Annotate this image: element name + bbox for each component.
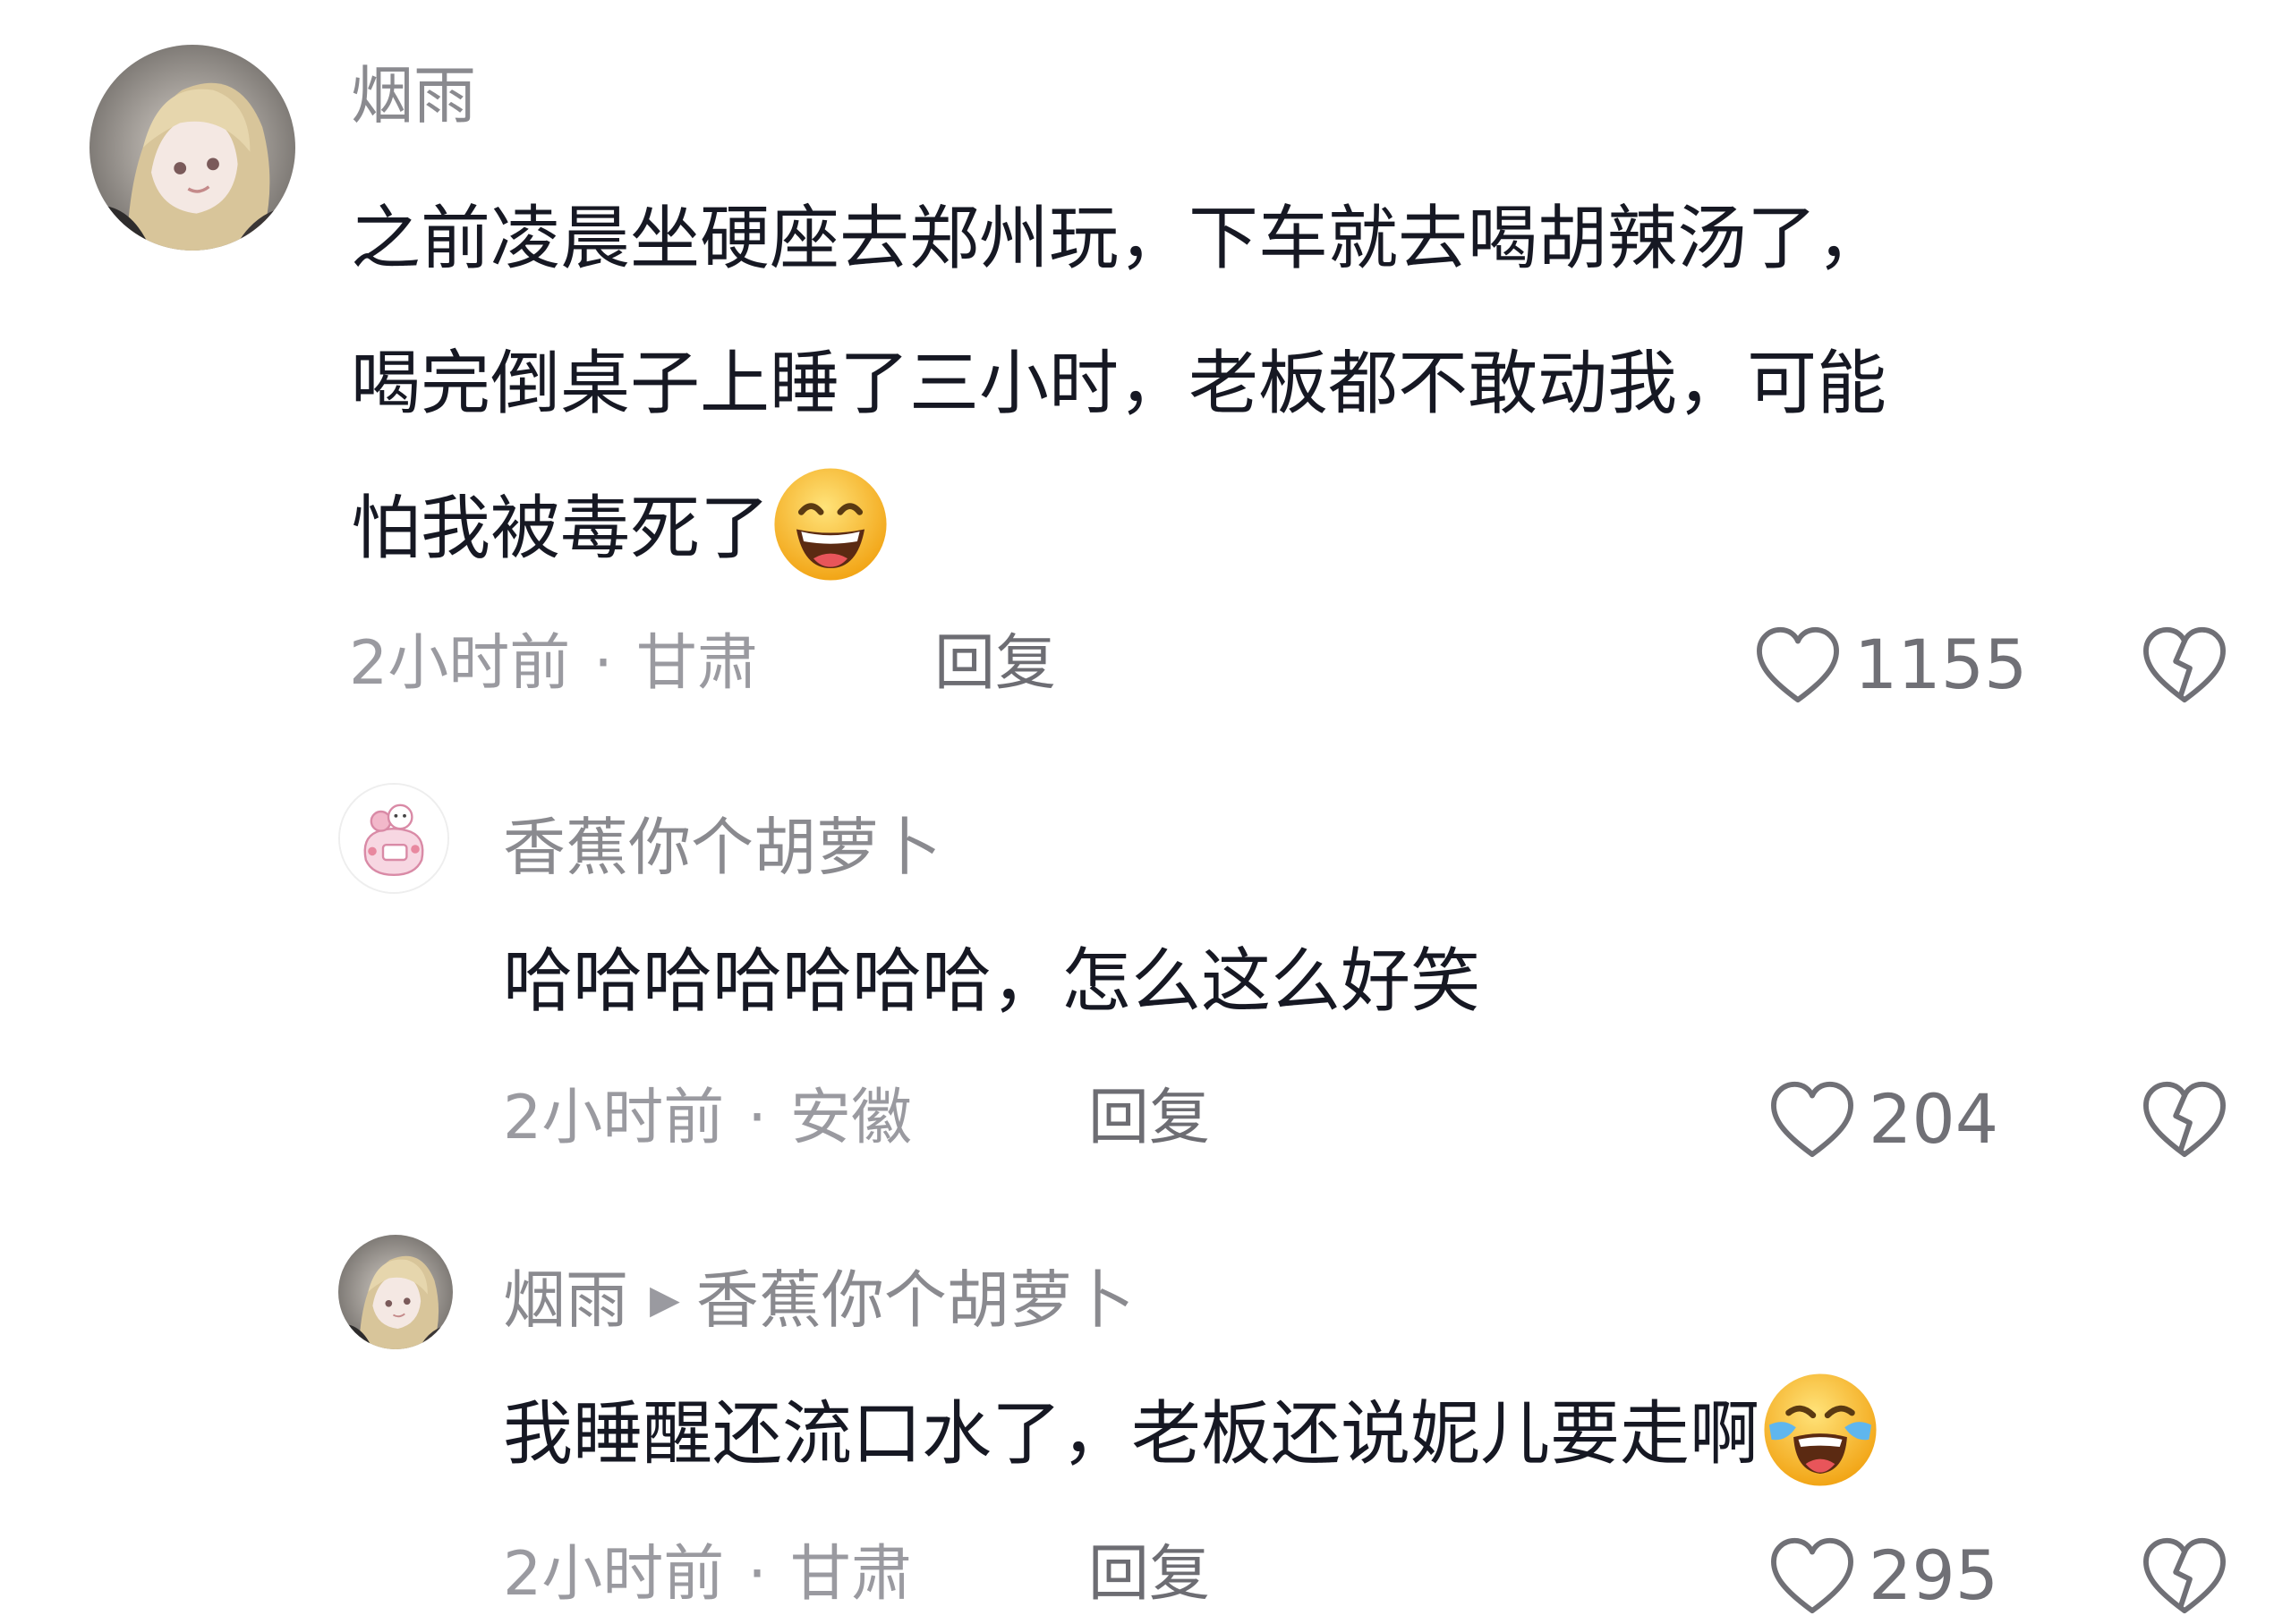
comment-location: 甘肃 <box>635 628 758 699</box>
dislike-button[interactable] <box>2141 625 2228 705</box>
comment-text-segment: 怕我被毒死了 <box>351 489 771 569</box>
comment-time: 2小时前 <box>503 1539 725 1610</box>
like-count: 204 <box>1869 1079 1999 1159</box>
like-count: 295 <box>1869 1535 1999 1615</box>
comment-username[interactable]: 香蕉你个胡萝卜 <box>503 816 941 879</box>
reply-header: 烟雨 ▶ 香蕉你个胡萝卜 <box>503 1269 1135 1331</box>
dislike-button[interactable] <box>2141 1535 2228 1616</box>
meta-separator: · <box>747 1083 767 1153</box>
comment-text: 哈哈哈哈哈哈哈，怎么这么好笑 <box>503 909 1480 1054</box>
reply-button[interactable]: 回复 <box>1088 1544 1210 1605</box>
comment-text-line: 怕我被毒死了 <box>351 456 1886 601</box>
broken-heart-icon <box>2141 625 2228 705</box>
like-button[interactable]: 295 <box>1768 1535 1998 1616</box>
heart-outline-icon <box>1768 1535 1856 1616</box>
avatar[interactable] <box>338 783 449 894</box>
comment-text-line: 哈哈哈哈哈哈哈，怎么这么好笑 <box>503 941 1481 1022</box>
broken-heart-icon <box>2141 1535 2228 1616</box>
comment-time: 2小时前 <box>349 628 571 699</box>
comment-text-line: 之前凌晨坐硬座去郑州玩，下车就去喝胡辣汤了， <box>351 199 1887 279</box>
caret-right-icon: ▶ <box>650 1277 680 1322</box>
reply-button[interactable]: 回复 <box>934 633 1056 694</box>
comment-meta: 2小时前 · 甘肃 <box>349 633 758 694</box>
like-button[interactable]: 1155 <box>1754 625 2027 705</box>
comment-username[interactable]: 烟雨 <box>351 64 476 127</box>
comment-text: 之前凌晨坐硬座去郑州玩，下车就去喝胡辣汤了， 喝完倒桌子上睡了三小时，老板都不敢… <box>351 166 1886 601</box>
heart-outline-icon <box>1768 1079 1856 1160</box>
reply-to-username[interactable]: 香蕉你个胡萝卜 <box>696 1263 1135 1337</box>
comment-text-line: 喝完倒桌子上睡了三小时，老板都不敢动我，可能 <box>351 344 1887 424</box>
comment-location: 甘肃 <box>789 1539 912 1610</box>
like-count: 1155 <box>1854 625 2028 704</box>
avatar[interactable] <box>338 1235 453 1349</box>
reply-button[interactable]: 回复 <box>1088 1088 1210 1149</box>
dislike-button[interactable] <box>2141 1079 2228 1160</box>
comment-text-line: 我睡醒还流口水了，老板还说妮儿要走啊 <box>503 1362 1881 1507</box>
meta-separator: · <box>593 628 613 699</box>
heart-outline-icon <box>1754 625 1842 705</box>
tears-of-joy-emoji <box>1759 1369 1881 1491</box>
comment-location: 安徽 <box>789 1083 912 1153</box>
meta-separator: · <box>747 1539 767 1610</box>
comment-meta: 2小时前 · 安徽 <box>503 1088 912 1149</box>
comment-time: 2小时前 <box>503 1083 725 1153</box>
broken-heart-icon <box>2141 1079 2228 1160</box>
comment-text-segment: 我睡醒还流口水了，老板还说妮儿要走啊 <box>503 1394 1760 1475</box>
grinning-squint-emoji <box>770 463 891 585</box>
comment-username[interactable]: 烟雨 <box>503 1263 628 1337</box>
like-button[interactable]: 204 <box>1768 1079 1998 1160</box>
comment-text: 我睡醒还流口水了，老板还说妮儿要走啊 <box>503 1362 1881 1507</box>
comment-meta: 2小时前 · 甘肃 <box>503 1544 912 1605</box>
avatar[interactable] <box>89 45 295 251</box>
